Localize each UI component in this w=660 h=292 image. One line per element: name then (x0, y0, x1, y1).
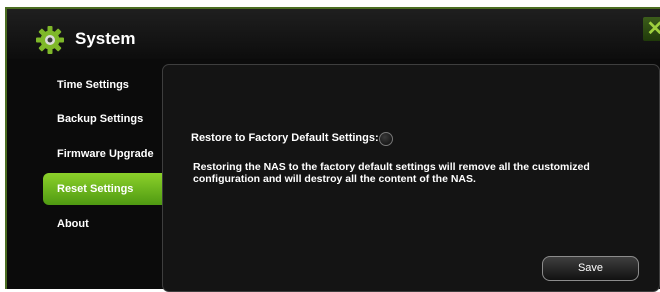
sidebar-item-time-settings[interactable]: Time Settings (43, 69, 163, 101)
title-bar: System (7, 9, 660, 59)
save-button[interactable]: Save (542, 256, 639, 281)
system-window: System ✕ Time Settings Backup Settings F… (5, 7, 660, 292)
restore-label: Restore to Factory Default Settings: (191, 132, 379, 144)
sidebar-item-about[interactable]: About (43, 208, 163, 240)
restore-radio[interactable] (379, 132, 393, 146)
sidebar-item-backup-settings[interactable]: Backup Settings (43, 103, 163, 135)
close-icon[interactable]: ✕ (643, 17, 660, 41)
gear-icon (36, 26, 64, 54)
sidebar-item-reset-settings[interactable]: Reset Settings (43, 173, 163, 205)
sidebar-item-firmware-upgrade[interactable]: Firmware Upgrade (43, 138, 163, 170)
reset-settings-panel: Restore to Factory Default Settings: Res… (162, 64, 660, 292)
window-title: System (75, 29, 136, 48)
reset-description: Restoring the NAS to the factory default… (193, 161, 590, 185)
